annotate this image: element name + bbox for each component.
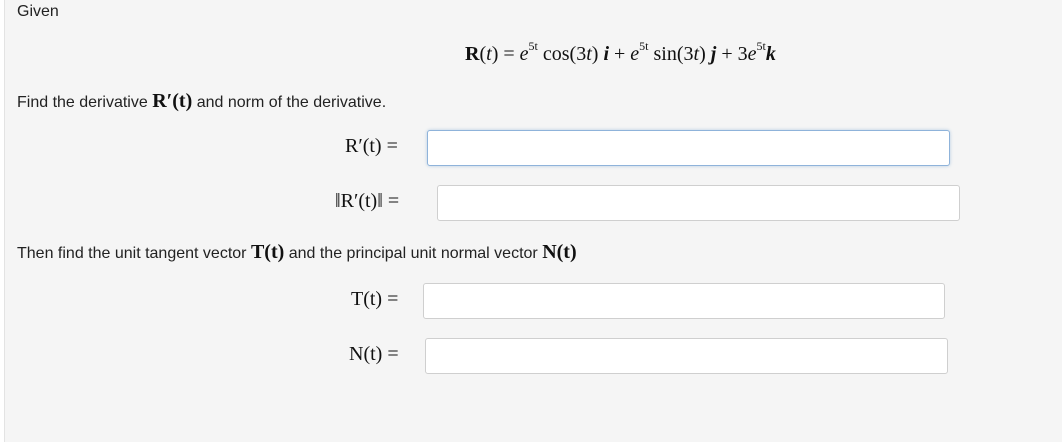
derivative-input[interactable] xyxy=(427,130,950,166)
tangent-label: T(t) = xyxy=(351,288,399,310)
tangent-normal-instruction: Then find the unit tangent vector T(t) a… xyxy=(17,241,577,263)
derivative-instruction: Find the derivative R′(t) and norm of th… xyxy=(17,90,387,112)
question-panel: Given R(t) = e5t cos(3t) i + e5t sin(3t)… xyxy=(4,0,1062,442)
given-label: Given xyxy=(17,3,59,20)
tangent-input[interactable] xyxy=(423,283,945,319)
given-formula: R(t) = e5t cos(3t) i + e5t sin(3t) j + 3… xyxy=(465,39,776,65)
normal-input[interactable] xyxy=(425,338,948,374)
derivative-label: R′(t) = xyxy=(345,135,398,157)
normal-label: N(t) = xyxy=(349,343,399,365)
norm-label: ‖R′(t)‖ = xyxy=(335,190,400,212)
norm-input[interactable] xyxy=(437,185,960,221)
